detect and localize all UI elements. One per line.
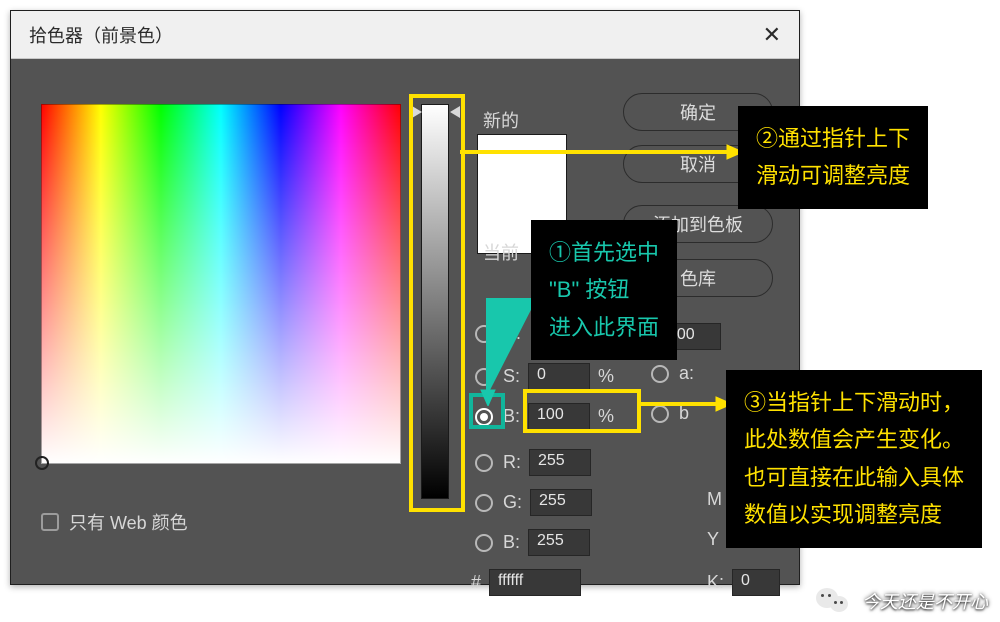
label-g: G: (503, 492, 522, 513)
titlebar: 拾色器（前景色） ✕ (11, 11, 799, 59)
label-k: K: (707, 572, 724, 593)
input-hex[interactable]: ffffff (489, 569, 581, 596)
unit-s: % (598, 366, 614, 387)
arrow-3 (634, 394, 734, 414)
label-new: 新的 (483, 107, 519, 133)
input-g[interactable]: 255 (530, 489, 592, 516)
row-b-hsb: B: 100 % (475, 403, 614, 430)
web-only-label: 只有 Web 颜色 (69, 509, 188, 535)
input-b-hsb[interactable]: 100 (528, 403, 590, 430)
close-icon[interactable]: ✕ (763, 22, 781, 48)
radio-a[interactable] (651, 365, 669, 383)
label-r: R: (503, 452, 521, 473)
annotation-2: ②通过指针上下 滑动可调整亮度 (738, 106, 928, 209)
annotation-2-line2: 滑动可调整亮度 (756, 157, 910, 194)
label-current: 当前 (483, 239, 519, 265)
color-field[interactable] (41, 104, 401, 464)
radio-r[interactable] (475, 454, 493, 472)
row-a: a: (651, 363, 694, 384)
row-b-rgb: B: 255 (475, 529, 590, 556)
checkbox-icon[interactable] (41, 513, 59, 531)
radio-g[interactable] (475, 494, 493, 512)
label-y: Y (707, 529, 719, 550)
annotation-3-line3: 也可直接在此输入具体 (744, 459, 964, 496)
wechat-icon (814, 586, 854, 616)
annotation-2-line1: ②通过指针上下 (756, 120, 910, 157)
brightness-slider-thumb[interactable] (414, 105, 458, 119)
arrow-2 (455, 142, 745, 162)
row-g: G: 255 (475, 489, 592, 516)
watermark-text: 今天还是不开心 (862, 588, 988, 614)
row-r: R: 255 (475, 449, 591, 476)
input-r[interactable]: 255 (529, 449, 591, 476)
brightness-slider[interactable] (421, 104, 449, 499)
dialog-title: 拾色器（前景色） (29, 22, 173, 48)
unit-b-hsb: % (598, 406, 614, 427)
label-hex: # (471, 572, 481, 593)
row-y: Y (707, 529, 719, 550)
dialog-content: 新的 当前 确定 取消 添加到色板 色库 H: S: 0 % B: 100 % … (11, 59, 799, 584)
row-m: M (707, 489, 722, 510)
annotation-3: ③当指针上下滑动时， 此处数值会产生变化。 也可直接在此输入具体 数值以实现调整… (726, 370, 982, 548)
web-only-checkbox[interactable]: 只有 Web 颜色 (41, 509, 188, 535)
annotation-3-line1: ③当指针上下滑动时， (744, 384, 964, 421)
label-m: M (707, 489, 722, 510)
label-b-rgb: B: (503, 532, 520, 553)
annotation-1-line3: 进入此界面 (549, 309, 659, 346)
radio-b-hsb[interactable] (475, 408, 493, 426)
label-b-hsb: B: (503, 406, 520, 427)
annotation-3-line4: 数值以实现调整亮度 (744, 496, 964, 533)
annotation-1: ①首先选中 "B" 按钮 进入此界面 (531, 220, 677, 360)
row-k: K: 0 (707, 569, 780, 596)
annotation-3-line2: 此处数值会产生变化。 (744, 421, 964, 458)
row-hex: # ffffff (471, 569, 581, 596)
watermark: 今天还是不开心 (814, 586, 988, 616)
label-a: a: (679, 363, 694, 384)
radio-b-rgb[interactable] (475, 534, 493, 552)
input-b-rgb[interactable]: 255 (528, 529, 590, 556)
annotation-1-line1: ①首先选中 (549, 234, 659, 271)
color-field-cursor[interactable] (35, 456, 49, 470)
annotation-1-line2: "B" 按钮 (549, 271, 659, 308)
input-k[interactable]: 0 (732, 569, 780, 596)
color-picker-dialog: 拾色器（前景色） ✕ 新的 当前 确定 取消 添加到色板 色库 H: S: 0 … (10, 10, 800, 585)
